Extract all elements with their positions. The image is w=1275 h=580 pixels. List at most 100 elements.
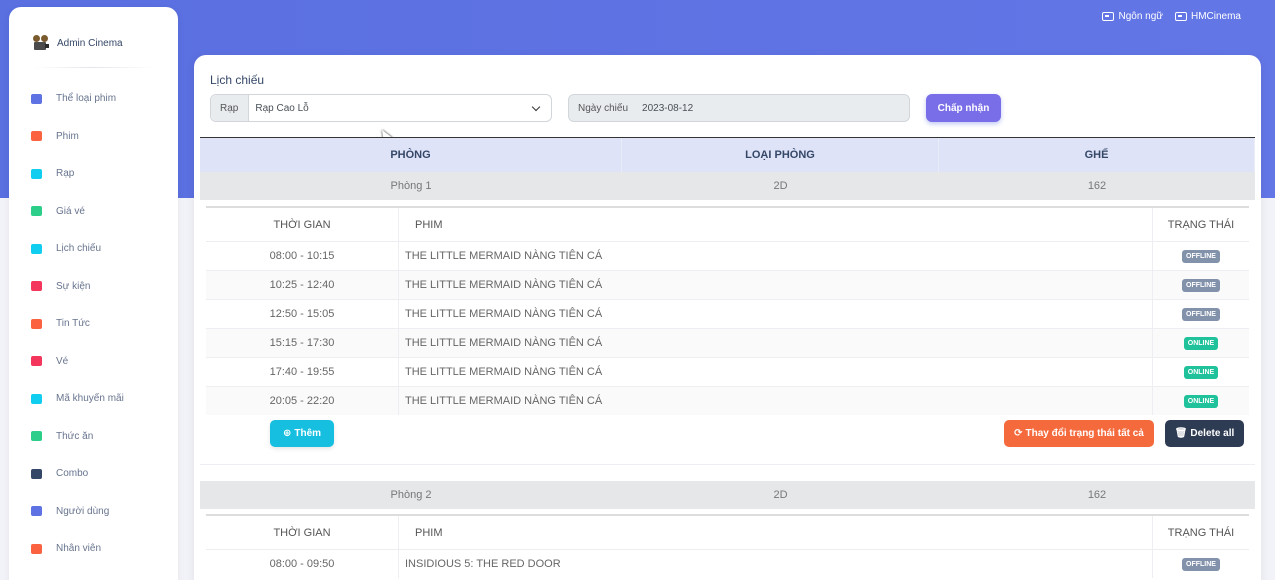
sidebar-item[interactable]: Phim: [9, 118, 178, 156]
status-badge[interactable]: offline: [1182, 307, 1220, 321]
cinema-select-value: Rạp Cao Lỗ: [255, 102, 309, 114]
column-header-time: THỜI GIAN: [206, 516, 399, 549]
status-cell: online: [1153, 358, 1249, 386]
status-badge[interactable]: online: [1183, 365, 1219, 379]
showtime-table: THỜI GIAN PHIM TRẠNG THÁI 08:00 - 09:50 I…: [206, 514, 1249, 578]
showtime-movie: THE LITTLE MERMAID NÀNG TIÊN CÁ: [399, 300, 1153, 328]
sidebar-item[interactable]: Giá vé: [9, 193, 178, 231]
sidebar-item[interactable]: Quảng cáo: [9, 568, 178, 580]
camera-logo-icon: [33, 35, 49, 51]
rooms-table-header: PHÒNG LOẠI PHÒNG GHẾ: [200, 137, 1255, 172]
sidebar-item-label: Tin Tức: [56, 318, 90, 330]
showtime-time: 15:15 - 17:30: [206, 329, 399, 357]
date-field-value: 2023-08-12: [642, 102, 694, 114]
sidebar-item-label: Thức ăn: [56, 430, 94, 442]
refresh-icon: ⟳: [1014, 428, 1023, 439]
sidebar-item[interactable]: Mã khuyến mãi: [9, 380, 178, 418]
room-seats: 162: [1087, 489, 1107, 501]
showtime-movie: THE LITTLE MERMAID NÀNG TIÊN CÁ: [399, 329, 1153, 357]
showtime-movie: THE LITTLE MERMAID NÀNG TIÊN CÁ: [399, 242, 1153, 270]
ticket-icon: [31, 356, 42, 367]
topbar-actions: Ngôn ngữ HMCinema: [1102, 11, 1241, 22]
sidebar-item[interactable]: Rạp: [9, 155, 178, 193]
status-cell: offline: [1153, 271, 1249, 299]
showtime-row[interactable]: 08:00 - 09:50 INSIDIOUS 5: THE RED DOOR of…: [206, 549, 1249, 578]
status-badge[interactable]: offline: [1182, 249, 1220, 263]
sidebar-item[interactable]: Combo: [9, 455, 178, 493]
showtime-time: 12:50 - 15:05: [206, 300, 399, 328]
showtime-movie: THE LITTLE MERMAID NÀNG TIÊN CÁ: [399, 271, 1153, 299]
sidebar-item[interactable]: Thức ăn: [9, 418, 178, 456]
monitor-icon: [31, 168, 42, 179]
sidebar-item-label: Phim: [56, 130, 79, 142]
showtime-time: 08:00 - 10:15: [206, 242, 399, 270]
divider: [200, 464, 1255, 465]
language-switch[interactable]: Ngôn ngữ: [1102, 11, 1163, 22]
showtime-movie: INSIDIOUS 5: THE RED DOOR: [399, 550, 1153, 578]
column-header-room: PHÒNG: [200, 138, 622, 172]
brand[interactable]: Admin Cinema: [9, 7, 178, 61]
showtime-movie: THE LITTLE MERMAID NÀNG TIÊN CÁ: [399, 387, 1153, 415]
sidebar-nav: Thể loại phim Phim Rạp Giá vé Lịch chiếu Sự k…: [9, 80, 178, 580]
promo-icon: [31, 393, 42, 404]
room-type: 2D: [773, 180, 788, 192]
plus-circle-icon: ⊕: [282, 428, 292, 439]
sidebar-divider: [33, 67, 154, 68]
sidebar-item[interactable]: Vé: [9, 343, 178, 381]
cinema-select[interactable]: Rạp Rạp Cao Lỗ: [210, 94, 552, 122]
language-icon: [1102, 12, 1115, 21]
sidebar-item-label: Combo: [56, 468, 89, 480]
sidebar-item[interactable]: Người dùng: [9, 493, 178, 531]
account-menu[interactable]: HMCinema: [1174, 11, 1241, 22]
status-cell: offline: [1153, 242, 1249, 270]
column-header-time: THỜI GIAN: [206, 208, 399, 241]
showtime-row[interactable]: 12:50 - 15:05 THE LITTLE MERMAID NÀNG TIÊ…: [206, 299, 1249, 328]
genre-icon: [31, 93, 42, 104]
sidebar-item-label: Rạp: [56, 168, 75, 180]
staff-icon: [31, 543, 42, 554]
brand-name: Admin Cinema: [57, 37, 123, 49]
status-badge[interactable]: online: [1183, 394, 1219, 408]
sidebar-item[interactable]: Lịch chiếu: [9, 230, 178, 268]
room-row[interactable]: Phòng 2 2D 162: [200, 481, 1255, 509]
cutlery-icon: [31, 468, 42, 479]
column-header-status: TRẠNG THÁI: [1167, 218, 1235, 231]
status-badge[interactable]: offline: [1182, 557, 1220, 571]
status-cell: offline: [1153, 550, 1249, 578]
delete-all-button[interactable]: 🗑 Delete all: [1165, 420, 1244, 447]
status-badge[interactable]: offline: [1182, 278, 1220, 292]
column-header-movie: PHIM: [399, 516, 1153, 549]
sidebar-item[interactable]: Tin Tức: [9, 305, 178, 343]
status-cell: online: [1153, 329, 1249, 357]
account-icon: [1174, 12, 1187, 21]
add-showtime-button[interactable]: ⊕ Thêm: [270, 420, 334, 447]
sidebar-item-label: Mã khuyến mãi: [56, 393, 124, 405]
showtime-row[interactable]: 10:25 - 12:40 THE LITTLE MERMAID NÀNG TIÊ…: [206, 270, 1249, 299]
change-all-status-button[interactable]: ⟳ Thay đổi trạng thái tất cả: [1004, 420, 1154, 447]
money-icon: [31, 206, 42, 217]
showtime-row[interactable]: 08:00 - 10:15 THE LITTLE MERMAID NÀNG TIÊ…: [206, 241, 1249, 270]
cinema-select-prefix: Rạp: [211, 95, 250, 121]
room-name: Phòng 1: [390, 180, 432, 192]
sidebar-item[interactable]: Nhân viên: [9, 530, 178, 568]
sidebar-item-label: Thể loại phim: [56, 93, 117, 105]
sidebar-item[interactable]: Sự kiện: [9, 268, 178, 306]
column-header-room-type: LOẠI PHÒNG: [622, 138, 939, 172]
showtime-time: 08:00 - 09:50: [206, 550, 399, 578]
sidebar-item-label: Vé: [56, 355, 69, 367]
date-field[interactable]: Ngày chiếu 2023-08-12: [568, 94, 910, 122]
sidebar-item-label: Người dùng: [56, 505, 110, 517]
showtime-row[interactable]: 17:40 - 19:55 THE LITTLE MERMAID NÀNG TIÊ…: [206, 357, 1249, 386]
showtime-movie: THE LITTLE MERMAID NÀNG TIÊN CÁ: [399, 358, 1153, 386]
event-icon: [31, 281, 42, 292]
showtime-row[interactable]: 20:05 - 22:20 THE LITTLE MERMAID NÀNG TIÊ…: [206, 386, 1249, 415]
accept-button[interactable]: Chấp nhận: [926, 94, 1001, 122]
showtime-row[interactable]: 15:15 - 17:30 THE LITTLE MERMAID NÀNG TIÊ…: [206, 328, 1249, 357]
trash-icon: 🗑: [1174, 428, 1188, 439]
status-badge[interactable]: online: [1183, 336, 1219, 350]
column-header-status: TRẠNG THÁI: [1167, 526, 1235, 539]
room-name: Phòng 2: [390, 489, 432, 501]
sidebar-item[interactable]: Thể loại phim: [9, 80, 178, 118]
showtime-table-header: THỜI GIAN PHIM TRẠNG THÁI: [206, 208, 1249, 241]
room-row[interactable]: Phòng 1 2D 162: [200, 172, 1255, 200]
